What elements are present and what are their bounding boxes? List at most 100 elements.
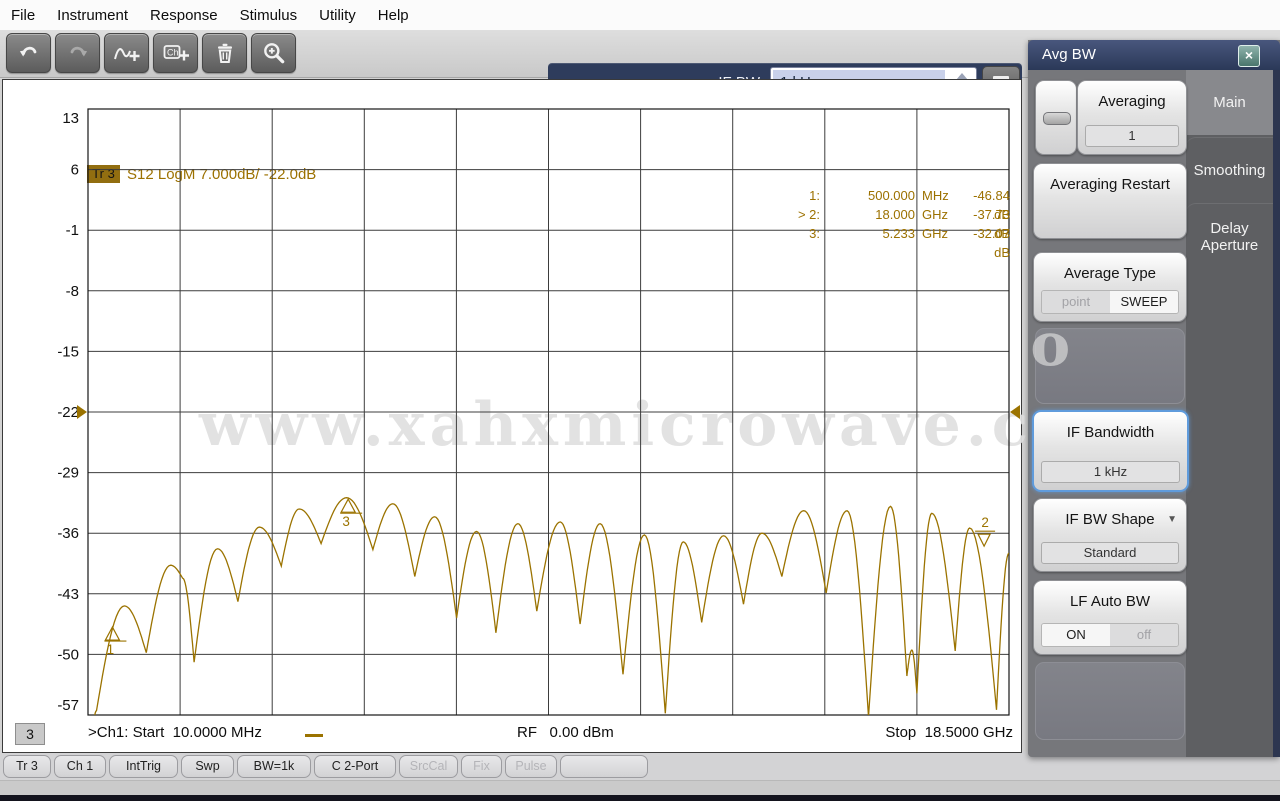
- menu-item-utility[interactable]: Utility: [308, 7, 367, 24]
- y-axis-tick: 13: [62, 110, 79, 127]
- status-pulse[interactable]: Pulse: [505, 755, 557, 778]
- menu-item-instrument[interactable]: Instrument: [46, 7, 139, 24]
- tab-main[interactable]: Main: [1186, 70, 1273, 135]
- marker-frequency: 500.000: [868, 188, 915, 203]
- marker-label: 3:: [809, 226, 820, 241]
- status-fix[interactable]: Fix: [461, 755, 502, 778]
- average-type-button-label: Average Type: [1063, 265, 1156, 282]
- led-indicator-icon: [1043, 111, 1071, 125]
- y-axis-tick: -29: [57, 465, 79, 482]
- if-bw-shape-button-value: Standard: [1041, 542, 1179, 564]
- marker-readout: 1: 500.000 MHz -46.84 dB > 2: 18.000 GHz -37.73…: [703, 186, 1010, 260]
- trace-plus-icon: [113, 48, 139, 61]
- delete-button[interactable]: [202, 33, 247, 73]
- y-axis-tick: -50: [57, 646, 79, 663]
- panel-body: Main Smoothing Delay Aperture Averaging 1 Av…: [1028, 70, 1280, 757]
- status-c-2-port[interactable]: C 2-Port: [314, 755, 396, 778]
- status-tr-3[interactable]: Tr 3: [3, 755, 51, 778]
- status-srccal[interactable]: SrcCal: [399, 755, 458, 778]
- lf-auto-bw-button-switch[interactable]: ON off: [1041, 623, 1179, 647]
- plot-area[interactable]: 13 6 -1 -8 -15 -22 -29 -36 -43 -50 -57 1 2 3: [3, 80, 1021, 752]
- trash-icon: [217, 43, 232, 63]
- y-axis-tick: -43: [57, 586, 79, 603]
- lower-strip: [0, 780, 1280, 796]
- averaging-button[interactable]: Averaging 1: [1077, 80, 1187, 155]
- avg-bw-panel: Avg BW × Main Smoothing Delay Aperture Ave…: [1028, 40, 1280, 757]
- if-bw-shape-button[interactable]: IF BW Shape ▼ Standard: [1033, 498, 1187, 572]
- watermark-overlap: www.xahxmicrowave.com: [1028, 310, 1074, 380]
- close-icon[interactable]: ×: [1238, 45, 1260, 67]
- marker-frequency-unit: GHz: [922, 226, 948, 241]
- svg-text:Ch: Ch: [167, 48, 179, 58]
- panel-edge: [1273, 70, 1280, 757]
- marker-frequency: 18.000: [875, 207, 915, 222]
- redo-arrow-icon: [70, 46, 87, 57]
- marker-label: > 2:: [797, 207, 820, 222]
- marker-2[interactable]: 2: [975, 515, 996, 548]
- marker-readout-row: > 2: 18.000 GHz -37.73 dB: [703, 205, 1010, 241]
- ref-level-arrow-left[interactable]: [77, 405, 87, 419]
- marker-value: -37.73 dB: [973, 207, 1010, 241]
- marker-frequency: 5.233: [882, 226, 915, 241]
- ref-level-arrow-right[interactable]: [1010, 405, 1020, 419]
- menu-bar: File Instrument Response Stimulus Utility Hel…: [0, 0, 1280, 30]
- marker-number: 1: [107, 642, 115, 657]
- y-axis-tick: -15: [57, 343, 79, 360]
- menu-item-file[interactable]: File: [0, 7, 46, 24]
- status-ch-1[interactable]: Ch 1: [54, 755, 106, 778]
- marker-value: -46.84 dB: [973, 188, 1010, 222]
- averaging-restart-button-label: Averaging Restart: [1050, 176, 1170, 193]
- channel-plus-icon: Ch: [163, 45, 189, 61]
- undo-button[interactable]: [6, 33, 51, 73]
- status-blank[interactable]: [560, 755, 648, 778]
- y-axis-tick: -36: [57, 525, 79, 542]
- marker-frequency-unit: GHz: [922, 207, 948, 222]
- marker-frequency-unit: MHz: [922, 188, 949, 203]
- add-trace-button[interactable]: [104, 33, 149, 73]
- y-axis-tick: 6: [71, 162, 79, 179]
- led-toggle-button[interactable]: [1035, 80, 1077, 155]
- zoom-button[interactable]: [251, 33, 296, 73]
- window-bottom-edge: [0, 795, 1280, 801]
- marker-label: 1:: [809, 188, 820, 203]
- panel-title: Avg BW: [1042, 46, 1096, 63]
- averaging-restart-button[interactable]: Averaging Restart: [1033, 163, 1187, 239]
- marker-readout-row: 3: 5.233 GHz -32.07 dB: [703, 224, 1010, 260]
- dropdown-arrow-icon: ▼: [1167, 514, 1177, 525]
- menu-item-help[interactable]: Help: [367, 7, 420, 24]
- lf-auto-bw-button-option-off[interactable]: off: [1110, 624, 1178, 646]
- lf-auto-bw-button-option-on[interactable]: ON: [1042, 624, 1110, 646]
- blank-button[interactable]: [1035, 662, 1185, 740]
- marker-value: -32.07 dB: [973, 226, 1010, 260]
- tab-delay-aperture[interactable]: Delay Aperture: [1186, 203, 1273, 270]
- status-bw-1k[interactable]: BW=1k: [237, 755, 311, 778]
- add-channel-button[interactable]: Ch: [153, 33, 198, 73]
- y-axis-tick: -57: [57, 697, 79, 714]
- averaging-button-label: Averaging: [1098, 93, 1166, 110]
- averaging-button-value: 1: [1085, 125, 1179, 147]
- redo-button[interactable]: [55, 33, 100, 73]
- if-bandwidth-button-label: IF Bandwidth: [1066, 424, 1155, 441]
- status-inttrig[interactable]: IntTrig: [109, 755, 178, 778]
- menu-item-stimulus[interactable]: Stimulus: [229, 7, 309, 24]
- marker-1[interactable]: 1: [104, 625, 127, 657]
- chart-area: Tr 3 S12 LogM 7.000dB/ -22.0dB www.xahxm…: [2, 79, 1142, 753]
- average-type-button-option-sweep[interactable]: SWEEP: [1110, 291, 1178, 313]
- panel-tab-column: Main Smoothing Delay Aperture: [1186, 70, 1273, 757]
- undo-arrow-icon: [19, 46, 36, 57]
- menu-item-response[interactable]: Response: [139, 7, 229, 24]
- if-bandwidth-button[interactable]: IF Bandwidth 1 kHz: [1032, 410, 1189, 492]
- if-bandwidth-button-value: 1 kHz: [1041, 461, 1180, 483]
- marker-3[interactable]: 3: [340, 497, 363, 529]
- marker-number: 2: [981, 515, 989, 530]
- status-swp[interactable]: Swp: [181, 755, 234, 778]
- y-axis-tick: -22: [57, 404, 79, 421]
- lf-auto-bw-button-label: LF Auto BW: [1069, 593, 1151, 610]
- y-axis-tick: -1: [66, 222, 79, 239]
- tab-smoothing[interactable]: Smoothing: [1186, 137, 1273, 203]
- marker-number: 3: [342, 514, 350, 529]
- marker-readout-row: 1: 500.000 MHz -46.84 dB: [703, 186, 1010, 222]
- lf-auto-bw-button[interactable]: LF Auto BW ON off: [1033, 580, 1187, 655]
- y-axis-tick: -8: [66, 283, 79, 300]
- magnifier-plus-icon: [263, 43, 284, 64]
